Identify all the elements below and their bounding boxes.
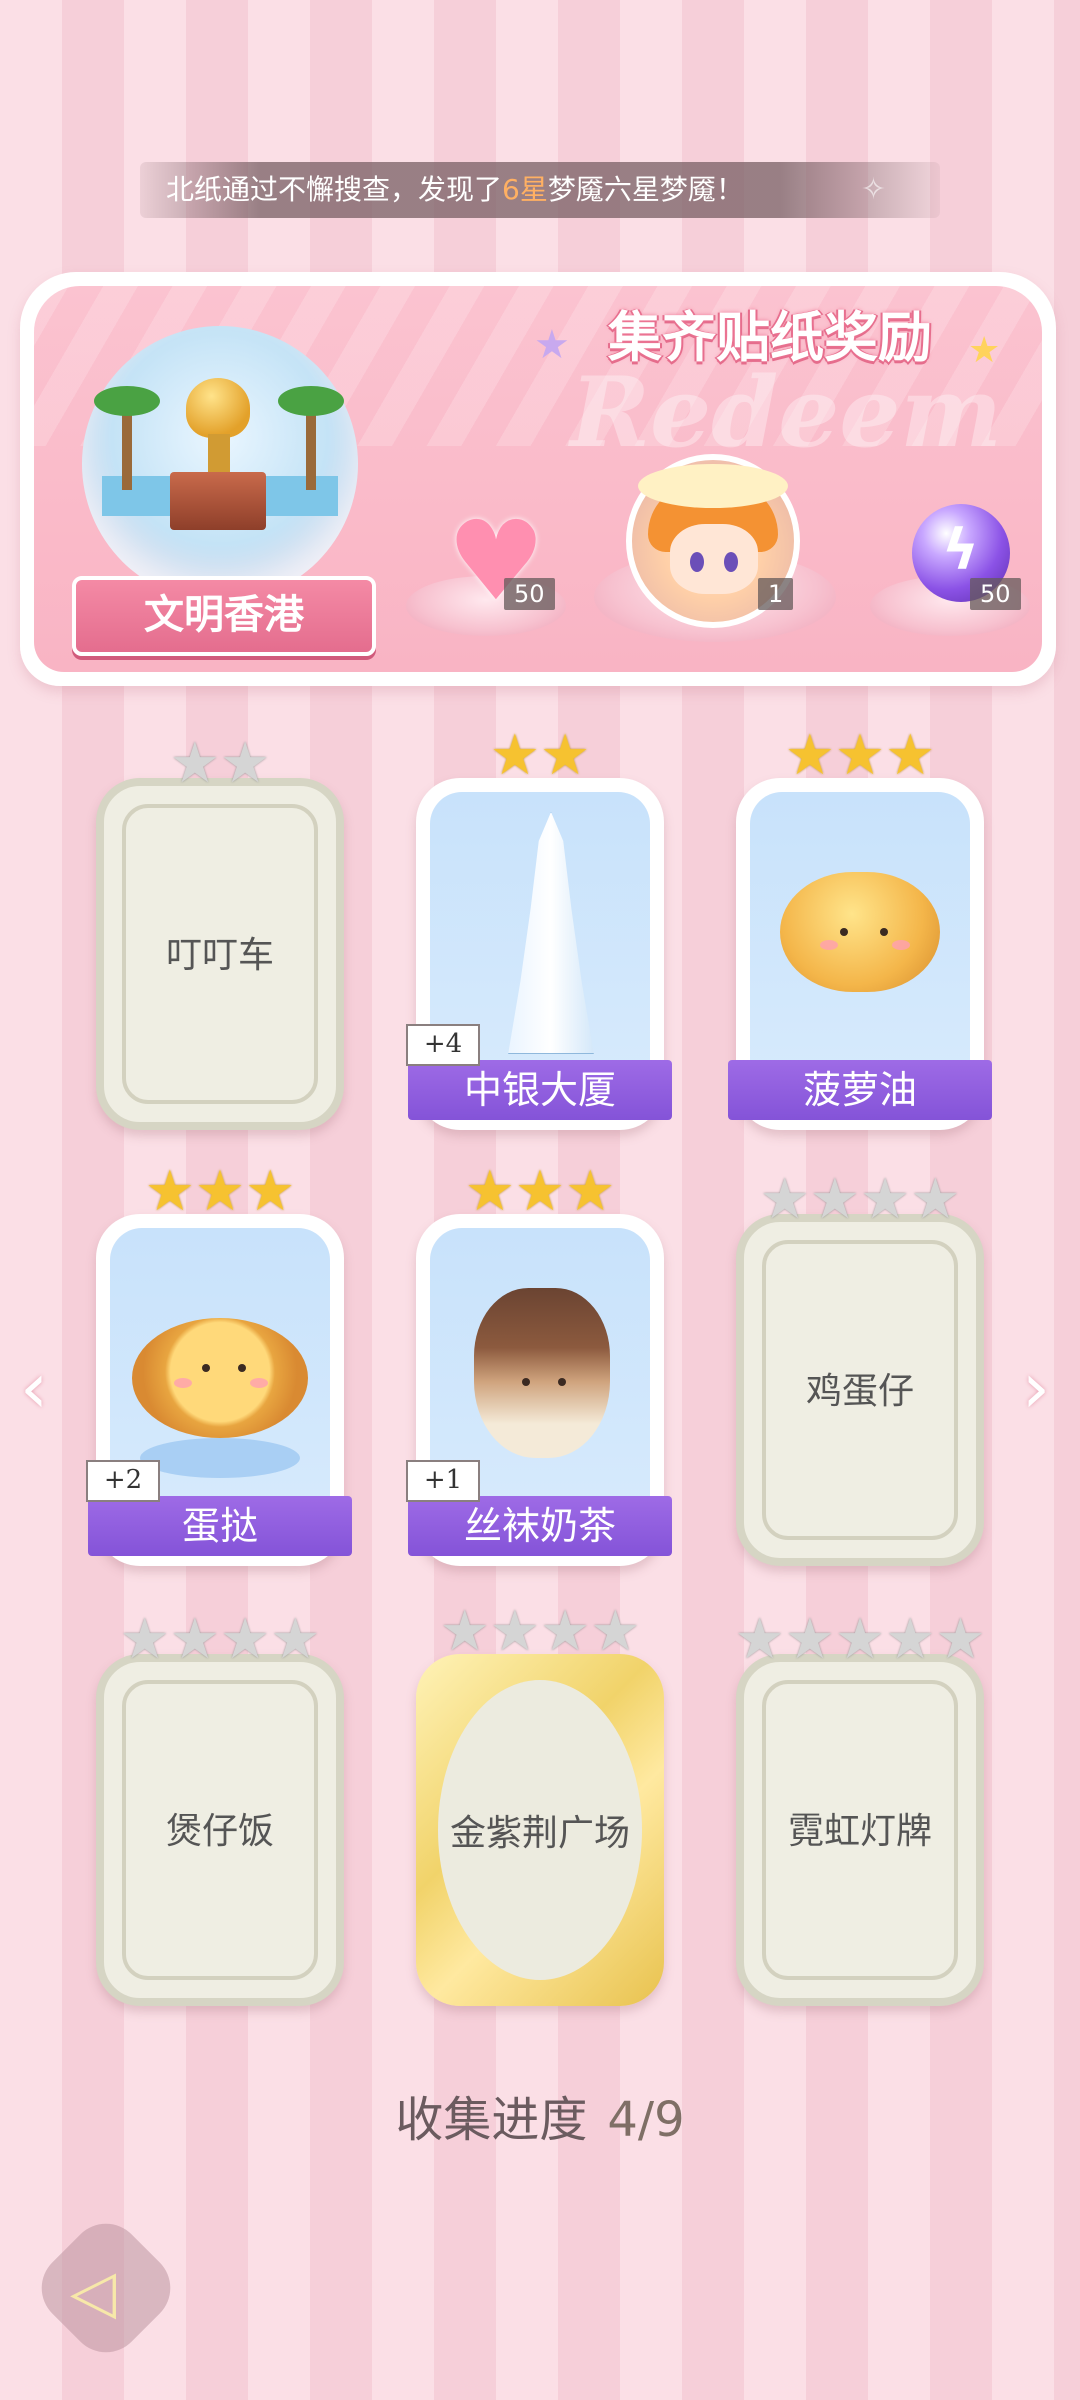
star-icon: ★ — [119, 1607, 170, 1672]
notice-highlight: 6星 — [502, 173, 548, 206]
reward-panel: Redeem ★ 集齐贴纸奖励 ★ 文明香港 ♥ 50 1 ϟ 50 — [20, 272, 1056, 686]
trophy-icon — [186, 378, 250, 438]
sticker-name: 鸡蛋仔 — [805, 1371, 914, 1412]
milk-tea-image — [474, 1288, 610, 1458]
duplicate-count: +4 — [406, 1024, 480, 1066]
sticker-card-blank[interactable]: ★ ★ ★ ★ ★ 霓虹灯牌 — [735, 1612, 986, 2006]
location-globe[interactable] — [82, 326, 358, 602]
star-icon: ★ — [220, 1607, 271, 1672]
star-icon: ★ — [860, 1167, 911, 1232]
star-icon: ★ — [534, 322, 570, 368]
sticker-card[interactable]: ★ ★ ★ 蛋挞 +2 — [86, 1164, 352, 1566]
star-rating: ★ ★ ★ ★ ★ — [735, 1607, 986, 1672]
notice-suffix: 梦魇六星梦魇！ — [547, 173, 744, 206]
star-icon: ★ — [540, 723, 591, 788]
reward-count: 1 — [758, 578, 794, 610]
star-rating: ★ ★ ★ ★ — [416, 1604, 664, 1660]
star-icon: ★ — [540, 1599, 591, 1664]
sticker-name: 蛋挞 — [88, 1496, 352, 1556]
star-icon: ★ — [784, 1607, 835, 1672]
star-icon: ★ — [464, 1159, 515, 1224]
reward-count: 50 — [504, 578, 555, 610]
sticker-card[interactable]: ★ ★ ★ 菠萝油 — [728, 728, 992, 1130]
star-icon: ★ — [194, 1159, 246, 1224]
progress-value: 4/9 — [607, 2092, 685, 2148]
star-rating: ★ ★ ★ — [736, 728, 984, 784]
star-rating: ★ ★ ★ ★ — [104, 1612, 336, 1668]
star-icon: ★ — [968, 330, 1001, 371]
notice-prefix: 北纸通过不懈搜查，发现了 — [166, 173, 503, 206]
star-icon: ★ — [169, 1607, 220, 1672]
chevron-right-icon[interactable]: › — [1022, 1348, 1062, 1428]
star-icon: ★ — [439, 1599, 490, 1664]
collection-progress: 收集进度 4/9 — [0, 2080, 1080, 2150]
progress-label: 收集进度 — [395, 2092, 588, 2148]
star-icon: ★ — [734, 1607, 785, 1672]
sticker-card[interactable]: ★ ★ ★ 丝袜奶茶 +1 — [406, 1164, 672, 1566]
chevron-left-icon[interactable]: ‹ — [20, 1348, 60, 1428]
star-rating: ★ ★ ★ — [416, 1164, 664, 1220]
star-icon: ★ — [935, 1607, 986, 1672]
pineapple-bun-image — [780, 872, 940, 992]
star-icon: ★ — [144, 1159, 195, 1224]
star-rating: ★ ★ ★ — [96, 1164, 344, 1220]
sticker-name: 金紫荆广场 — [449, 1813, 630, 1854]
sticker-card-blank[interactable]: ★ ★ 叮叮车 — [96, 736, 344, 1130]
sticker-name: 丝袜奶茶 — [408, 1496, 672, 1556]
sticker-name: 霓虹灯牌 — [787, 1811, 932, 1852]
sticker-card-blank[interactable]: ★ ★ ★ ★ 煲仔饭 — [96, 1612, 344, 2006]
star-icon: ★ — [590, 1599, 641, 1664]
sparkle-icon: ✧ — [860, 172, 886, 207]
star-icon: ★ — [910, 1167, 961, 1232]
sticker-name: 中银大厦 — [408, 1060, 672, 1120]
star-icon: ★ — [885, 1607, 936, 1672]
sticker-name: 煲仔饭 — [165, 1811, 274, 1852]
sticker-card-blank[interactable]: ★ ★ ★ ★ 鸡蛋仔 — [736, 1172, 984, 1566]
star-icon: ★ — [834, 723, 886, 788]
star-icon: ★ — [220, 731, 271, 796]
sticker-card[interactable]: ★ ★ 中银大厦 +4 — [406, 728, 672, 1130]
star-icon: ★ — [809, 1167, 860, 1232]
location-label: 文明香港 — [72, 576, 376, 656]
reward-count: 50 — [970, 578, 1021, 610]
star-icon: ★ — [514, 1159, 566, 1224]
star-icon: ★ — [784, 723, 835, 788]
egg-tart-image — [132, 1318, 308, 1438]
sticker-card-blank[interactable]: ★ ★ ★ ★ 金紫荆广场 — [416, 1604, 664, 2006]
duplicate-count: +2 — [86, 1460, 160, 1502]
back-icon[interactable]: ◁ — [70, 2262, 150, 2322]
star-rating: ★ ★ — [104, 736, 336, 792]
star-icon: ★ — [885, 723, 936, 788]
star-icon: ★ — [565, 1159, 616, 1224]
sticker-name: 菠萝油 — [728, 1060, 992, 1120]
star-icon: ★ — [270, 1607, 321, 1672]
star-icon: ★ — [245, 1159, 296, 1224]
bank-tower-image — [508, 812, 594, 1054]
star-icon: ★ — [489, 723, 540, 788]
reward-title: 集齐贴纸奖励 — [608, 306, 932, 369]
duplicate-count: +1 — [406, 1460, 480, 1502]
star-icon: ★ — [834, 1607, 886, 1672]
star-icon: ★ — [169, 731, 220, 796]
star-rating: ★ ★ ★ ★ — [744, 1172, 976, 1228]
sticker-name: 叮叮车 — [165, 935, 274, 976]
star-icon: ★ — [489, 1599, 540, 1664]
star-icon: ★ — [759, 1167, 810, 1232]
notice-banner: 北纸通过不懈搜查，发现了6星梦魇六星梦魇！ ✧ — [140, 162, 940, 218]
star-rating: ★ ★ — [416, 728, 664, 784]
